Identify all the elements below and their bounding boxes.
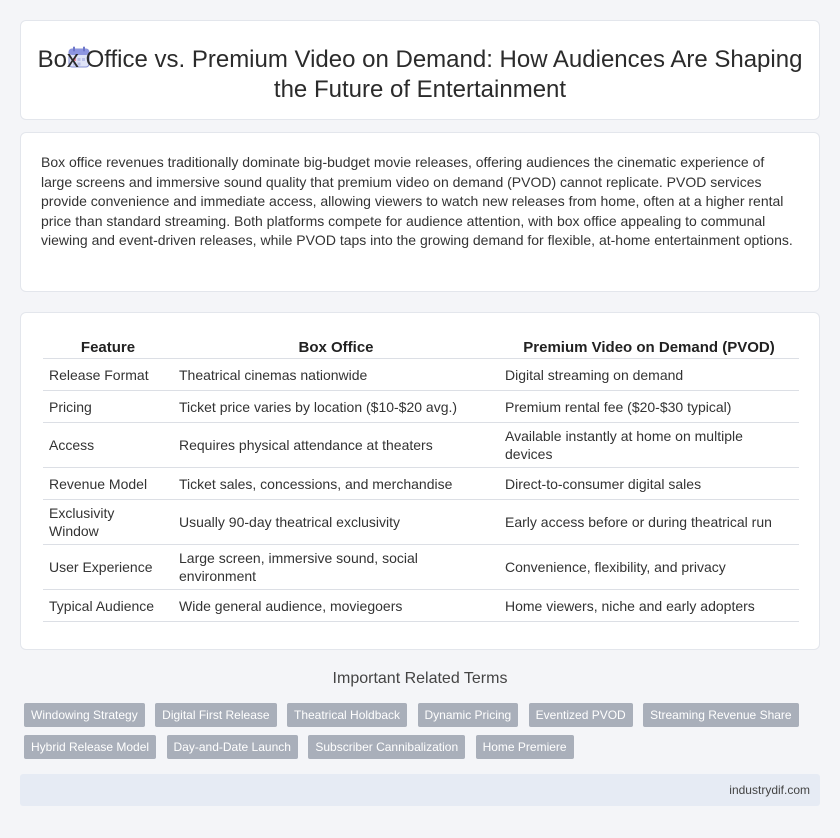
table-row: User Experience Large screen, immersive … — [43, 544, 799, 590]
related-term-tag[interactable]: Home Premiere — [475, 735, 574, 759]
table-cell: Ticket sales, concessions, and merchandi… — [173, 467, 499, 500]
table-cell: Theatrical cinemas nationwide — [173, 358, 499, 391]
related-term-tag[interactable]: Streaming Revenue Share — [643, 703, 799, 727]
table-cell: Usually 90-day theatrical exclusivity — [173, 499, 499, 545]
table-cell: Exclusivity Window — [43, 499, 173, 545]
table-cell: Release Format — [43, 358, 173, 391]
table-cell: Revenue Model — [43, 467, 173, 500]
table-cell: User Experience — [43, 544, 173, 590]
table-cell: Home viewers, niche and early adopters — [499, 589, 799, 622]
table-cell: Direct-to-consumer digital sales — [499, 467, 799, 500]
intro-card: Box office revenues traditionally domina… — [20, 132, 820, 292]
table-cell: Digital streaming on demand — [499, 358, 799, 391]
table-cell: Premium rental fee ($20-$30 typical) — [499, 390, 799, 423]
table-cell: Typical Audience — [43, 589, 173, 622]
related-terms-list: Windowing Strategy Digital First Release… — [24, 703, 814, 767]
related-term-tag[interactable]: Dynamic Pricing — [417, 703, 519, 727]
table-cell: Requires physical attendance at theaters — [173, 422, 499, 468]
table-row: Exclusivity Window Usually 90-day theatr… — [43, 499, 799, 545]
related-term-tag[interactable]: Digital First Release — [155, 703, 277, 727]
table-cell: Convenience, flexibility, and privacy — [499, 544, 799, 590]
related-terms-title: Important Related Terms — [332, 670, 508, 687]
related-term-tag[interactable]: Subscriber Cannibalization — [308, 735, 466, 759]
table-cell: Access — [43, 422, 173, 468]
comparison-table-card: Feature Box Office Premium Video on Dema… — [20, 312, 820, 650]
title-card: Box Office vs. Premium Video on Demand: … — [20, 20, 820, 120]
footer-site-link[interactable]: industrydif.com — [729, 783, 810, 797]
related-term-tag[interactable]: Day-and-Date Launch — [166, 735, 298, 759]
table-cell: Available instantly at home on multiple … — [499, 422, 799, 468]
comparison-table: Feature Box Office Premium Video on Dema… — [43, 333, 799, 622]
table-row: Typical Audience Wide general audience, … — [43, 589, 799, 622]
table-header-row: Feature Box Office Premium Video on Dema… — [43, 333, 799, 359]
table-row: Revenue Model Ticket sales, concessions,… — [43, 467, 799, 500]
related-term-tag[interactable]: Windowing Strategy — [24, 703, 145, 727]
intro-paragraph: Box office revenues traditionally domina… — [41, 154, 793, 248]
table-cell: Pricing — [43, 390, 173, 423]
related-term-tag[interactable]: Theatrical Holdback — [287, 703, 408, 727]
table-cell: Early access before or during theatrical… — [499, 499, 799, 545]
related-term-tag[interactable]: Eventized PVOD — [528, 703, 633, 727]
header-pvod: Premium Video on Demand (PVOD) — [499, 333, 799, 359]
table-cell: Ticket price varies by location ($10-$20… — [173, 390, 499, 423]
page-title: Box Office vs. Premium Video on Demand: … — [37, 46, 803, 103]
table-row: Release Format Theatrical cinemas nation… — [43, 358, 799, 391]
table-cell: Wide general audience, moviegoers — [173, 589, 499, 622]
header-box-office: Box Office — [173, 333, 499, 359]
header-feature: Feature — [43, 333, 173, 359]
table-row: Pricing Ticket price varies by location … — [43, 390, 799, 423]
footer-bar: industrydif.com — [20, 774, 820, 806]
table-row: Access Requires physical attendance at t… — [43, 422, 799, 468]
related-term-tag[interactable]: Hybrid Release Model — [24, 735, 157, 759]
table-cell: Large screen, immersive sound, social en… — [173, 544, 499, 590]
